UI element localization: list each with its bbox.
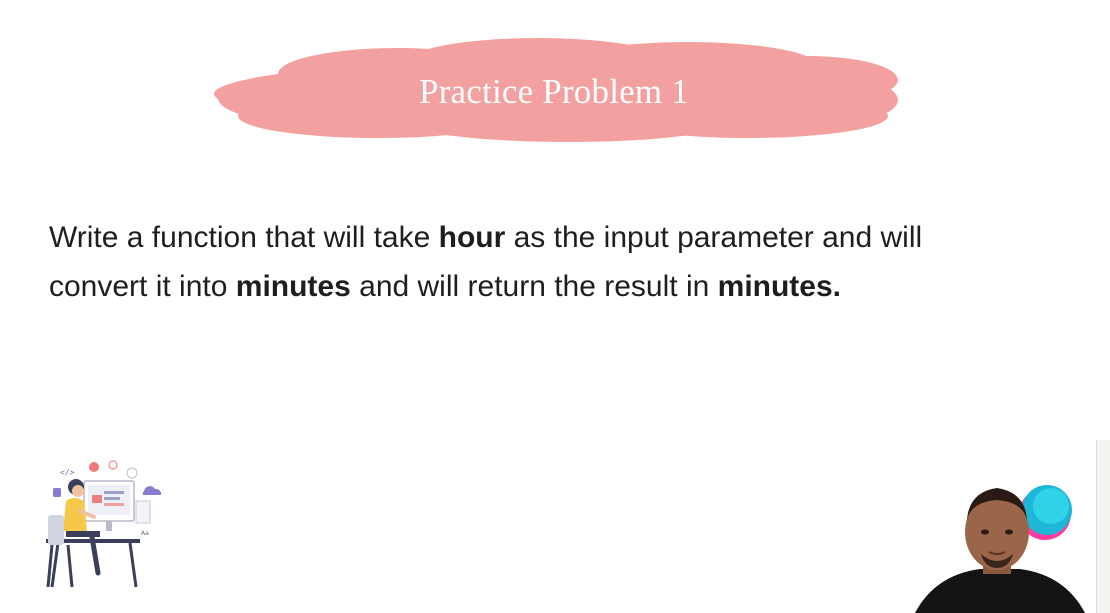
problem-text-part: and will return the result in bbox=[350, 270, 718, 303]
svg-text:Aa: Aa bbox=[141, 530, 149, 537]
problem-statement: Write a function that will take hour as … bbox=[49, 213, 1029, 311]
problem-text-part: Write a function that will take bbox=[49, 221, 439, 254]
svg-text:</>: </> bbox=[60, 468, 75, 477]
slide-title: Practice Problem 1 bbox=[419, 72, 689, 111]
keyword-minutes: minutes bbox=[235, 270, 351, 303]
problem-text-part: convert it into bbox=[49, 270, 236, 303]
problem-text-part: as the input parameter and will bbox=[505, 221, 923, 254]
presenter-webcam bbox=[905, 440, 1110, 613]
title-cloud-banner: Practice Problem 1 bbox=[208, 36, 900, 148]
keyword-minutes-end: minutes. bbox=[717, 270, 841, 303]
developer-at-desk-illustration: </> Aa bbox=[40, 455, 170, 595]
slide: Practice Problem 1 Write a function that… bbox=[0, 0, 1110, 613]
keyword-hour: hour bbox=[438, 221, 506, 254]
